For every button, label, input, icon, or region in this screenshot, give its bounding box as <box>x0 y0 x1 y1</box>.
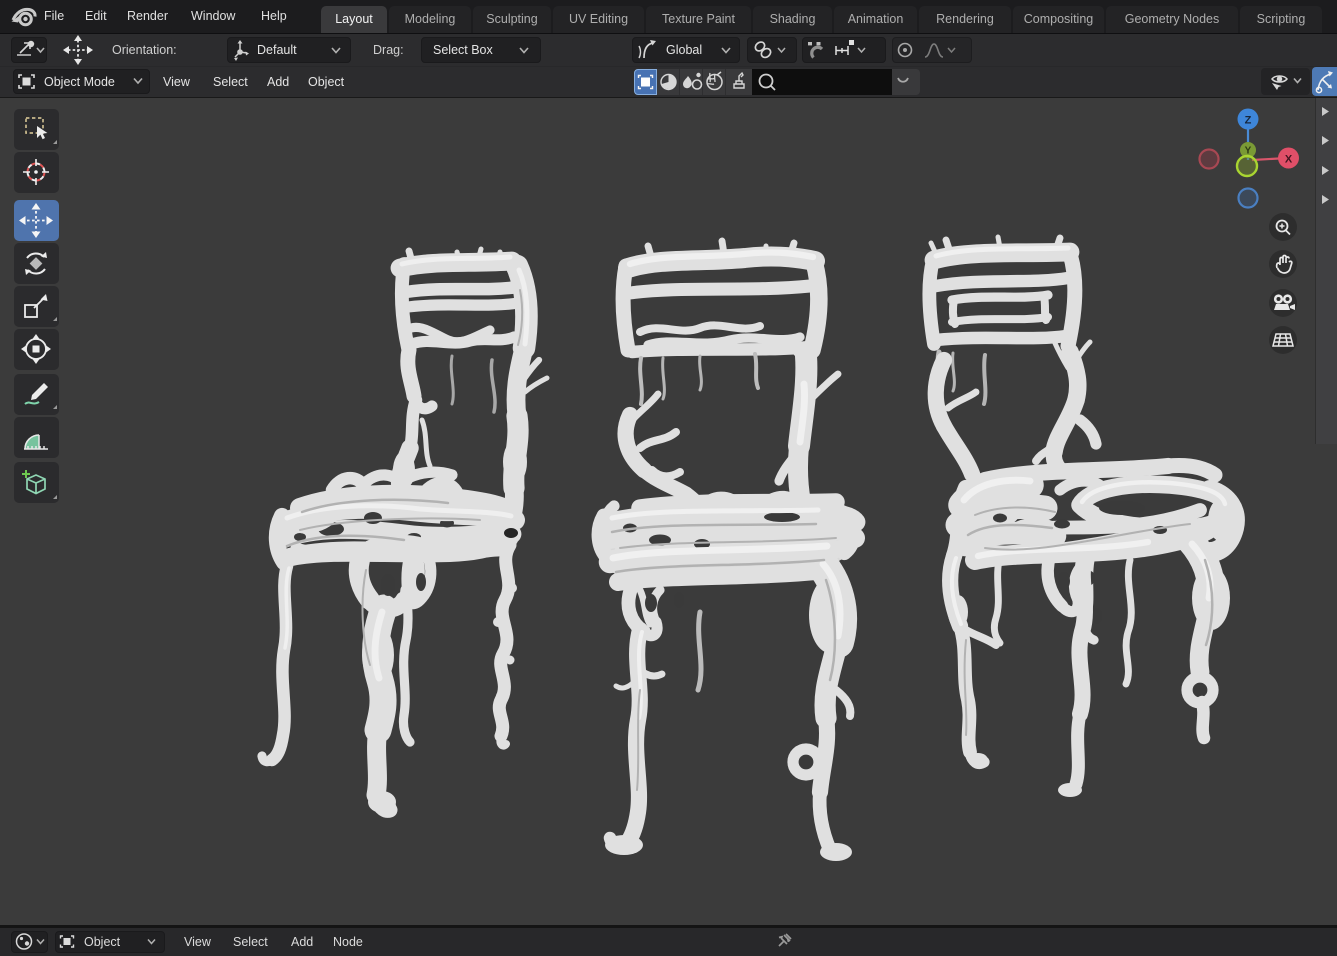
svg-text:X: X <box>1285 154 1293 166</box>
svg-text:Y: Y <box>1245 146 1252 157</box>
svg-text:Z: Z <box>1245 115 1252 127</box>
